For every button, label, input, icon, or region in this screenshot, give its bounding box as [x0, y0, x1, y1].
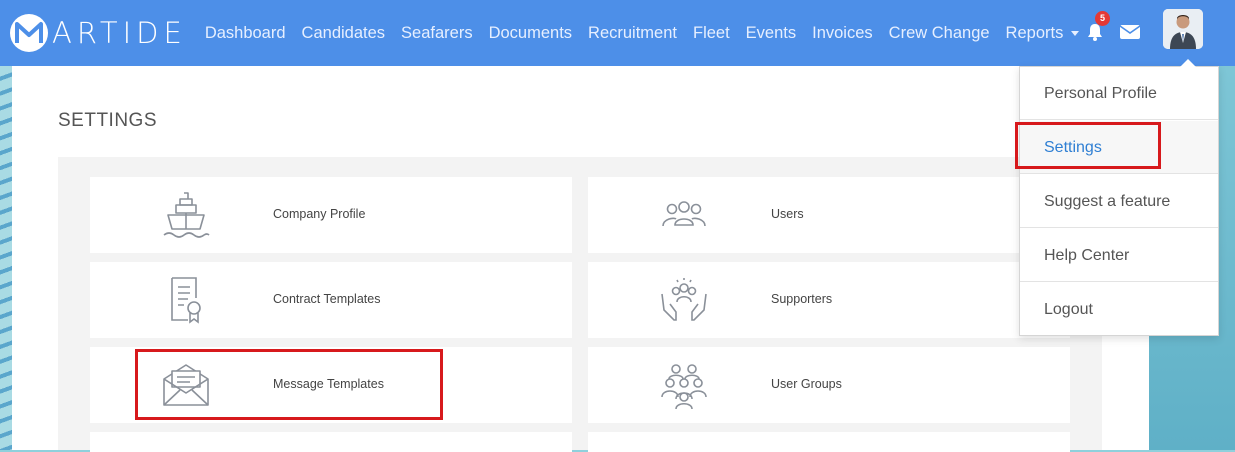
user-dropdown-menu: Personal Profile Settings Suggest a feat…	[1019, 59, 1219, 336]
nav-documents[interactable]: Documents	[489, 24, 572, 43]
highlight-settings	[1015, 122, 1161, 169]
nav-links: Dashboard Candidates Seafarers Documents…	[205, 24, 1096, 43]
card-users[interactable]: Users	[588, 177, 1070, 253]
nav-candidates[interactable]: Candidates	[302, 24, 385, 43]
menu-item-help-center[interactable]: Help Center	[1020, 229, 1218, 282]
card-supporters[interactable]: Supporters	[588, 262, 1070, 338]
card-label: User Groups	[771, 377, 842, 391]
menu-item-suggest-feature[interactable]: Suggest a feature	[1020, 175, 1218, 228]
nav-seafarers[interactable]: Seafarers	[401, 24, 473, 43]
user-avatar[interactable]	[1163, 9, 1203, 49]
notifications-button[interactable]: 5	[1085, 11, 1110, 44]
card-label: Contract Templates	[273, 292, 381, 306]
nav-reports-label: Reports	[1005, 23, 1064, 42]
mail-icon	[1119, 25, 1141, 39]
messages-button[interactable]	[1119, 22, 1141, 44]
user-groups-icon	[661, 364, 707, 410]
card-company-profile[interactable]: Company Profile	[90, 177, 572, 253]
users-icon	[662, 201, 706, 227]
nav-reports-dropdown[interactable]: Reports	[1006, 24, 1080, 43]
background-decoration-left	[0, 66, 12, 450]
page-title: SETTINGS	[58, 110, 158, 131]
notification-count-badge: 5	[1095, 11, 1110, 26]
certificate-icon	[171, 277, 201, 324]
nav-invoices[interactable]: Invoices	[812, 24, 873, 43]
top-navbar: ARTIDE Dashboard Candidates Seafarers Do…	[0, 0, 1235, 66]
supporters-icon	[661, 278, 707, 321]
logo-m-icon	[10, 14, 48, 52]
highlight-message-templates	[135, 349, 443, 420]
card-contract-templates[interactable]: Contract Templates	[90, 262, 572, 338]
card-label: Users	[771, 207, 804, 221]
menu-item-personal-profile[interactable]: Personal Profile	[1020, 67, 1218, 120]
card-partial[interactable]	[90, 432, 572, 452]
nav-events[interactable]: Events	[746, 24, 796, 43]
nav-fleet[interactable]: Fleet	[693, 24, 730, 43]
card-label: Company Profile	[273, 207, 366, 221]
ship-icon	[163, 192, 210, 238]
nav-crew-change[interactable]: Crew Change	[889, 24, 990, 43]
card-label: Supporters	[771, 292, 833, 306]
nav-dashboard[interactable]: Dashboard	[205, 24, 286, 43]
card-partial[interactable]	[588, 432, 1070, 452]
menu-item-logout[interactable]: Logout	[1020, 283, 1218, 336]
chevron-down-icon	[1071, 30, 1080, 36]
card-user-groups[interactable]: User Groups	[588, 347, 1070, 423]
nav-recruitment[interactable]: Recruitment	[588, 24, 677, 43]
avatar-photo-icon	[1163, 9, 1203, 49]
nav-icons: 5	[1085, 0, 1141, 66]
brand-name: ARTIDE	[52, 16, 187, 50]
logo[interactable]: ARTIDE	[10, 0, 187, 66]
